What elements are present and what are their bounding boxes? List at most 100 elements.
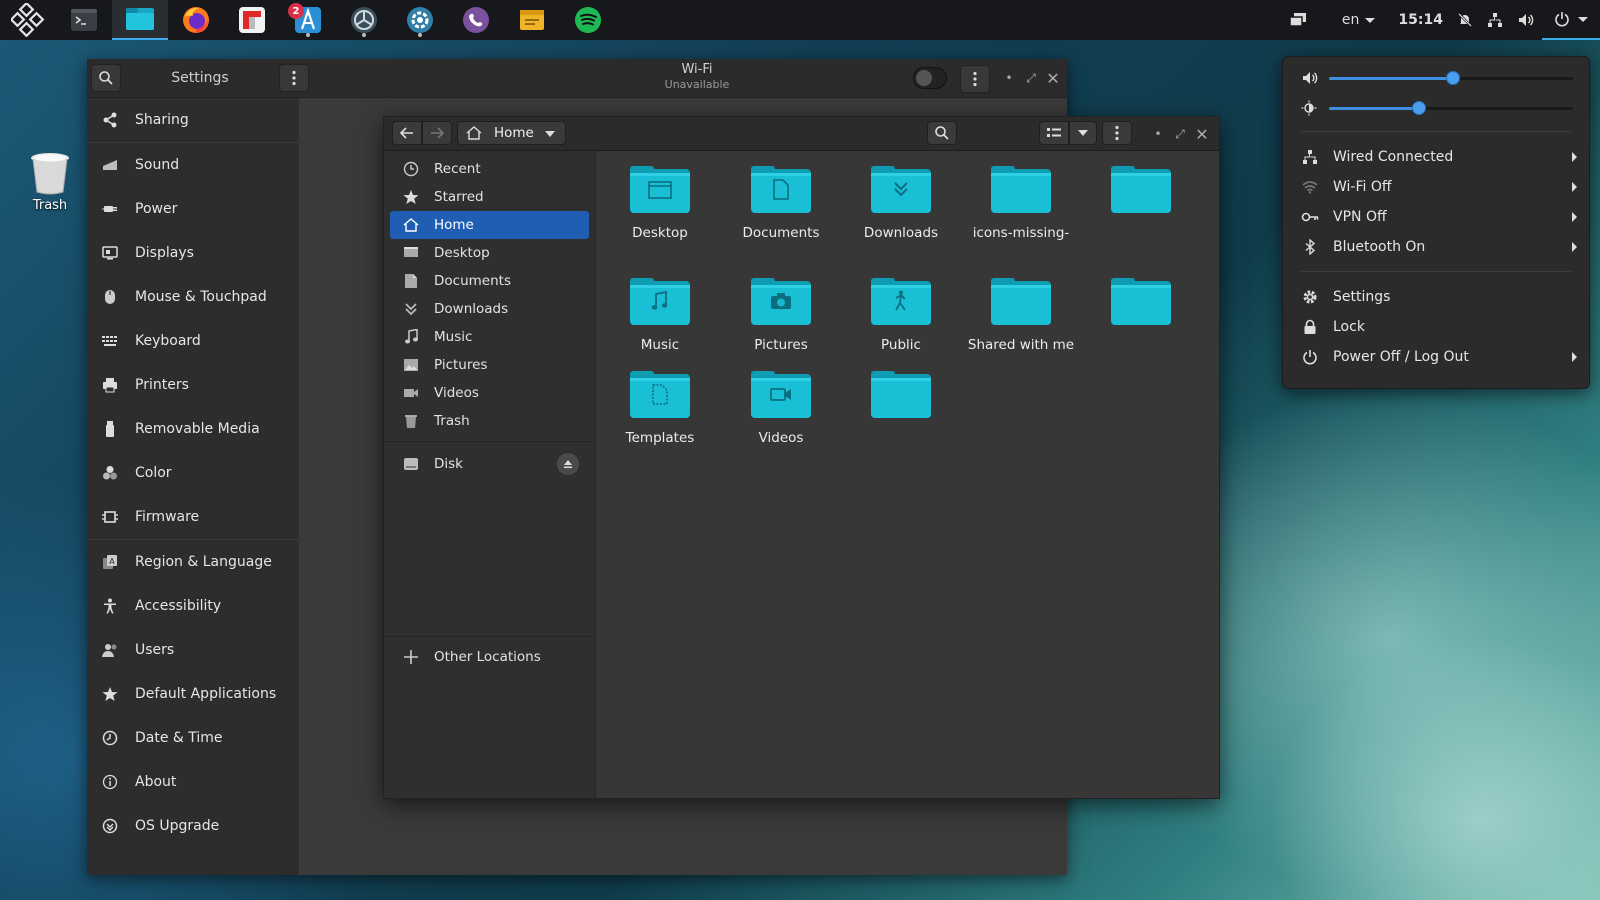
- folder-documents[interactable]: Documents: [719, 165, 843, 241]
- power-menu-indicator[interactable]: [1542, 0, 1600, 40]
- maximize-button[interactable]: ⤢: [1170, 124, 1190, 144]
- minimize-button[interactable]: •: [1148, 124, 1168, 144]
- folder-icon: [1110, 277, 1172, 327]
- settings-item-sharing[interactable]: Sharing: [87, 98, 299, 142]
- menu-item-label: Settings: [1333, 289, 1391, 305]
- settings-item-users[interactable]: Users: [87, 628, 299, 672]
- settings-item-date-time[interactable]: Date & Time: [87, 716, 299, 760]
- display-mirror-icon[interactable]: [1282, 0, 1314, 40]
- place-item-starred[interactable]: Starred: [390, 183, 589, 211]
- menu-item-settings[interactable]: Settings: [1301, 282, 1581, 312]
- place-item-desktop[interactable]: Desktop: [390, 239, 589, 267]
- dock-item-firefox[interactable]: [168, 0, 224, 40]
- settings-search-button[interactable]: [91, 64, 121, 92]
- close-button[interactable]: ✕: [1192, 124, 1212, 144]
- dock-item-files[interactable]: [112, 0, 168, 40]
- dock-item-spotify[interactable]: [560, 0, 616, 40]
- folder-desktop[interactable]: Desktop: [598, 165, 722, 241]
- dock-item-notes[interactable]: [504, 0, 560, 40]
- chip-icon: [99, 506, 121, 528]
- folder-pictures[interactable]: Pictures: [719, 277, 843, 353]
- device-item-disk[interactable]: Disk: [390, 448, 589, 480]
- dock-item-pantheon-tweaks[interactable]: [336, 0, 392, 40]
- menu-item-bluetooth-on[interactable]: Bluetooth On: [1301, 232, 1581, 262]
- settings-item-default-applications[interactable]: Default Applications: [87, 672, 299, 716]
- folder-unnamed-12[interactable]: [839, 370, 963, 430]
- dock-item-terminal[interactable]: [56, 0, 112, 40]
- view-mode-button[interactable]: [1039, 121, 1069, 145]
- eject-button[interactable]: [557, 453, 579, 475]
- folder-downloads[interactable]: Downloads: [839, 165, 963, 241]
- brightness-slider[interactable]: [1301, 98, 1581, 118]
- files-menu-button[interactable]: [1102, 121, 1132, 145]
- folder-unnamed-9[interactable]: [1079, 277, 1203, 337]
- menu-item-wi-fi-off[interactable]: Wi-Fi Off: [1301, 172, 1581, 202]
- folder-templates[interactable]: Templates: [598, 370, 722, 446]
- menu-item-lock[interactable]: Lock: [1301, 312, 1581, 342]
- place-item-home[interactable]: Home: [390, 211, 589, 239]
- clock[interactable]: 15:14: [1382, 0, 1450, 40]
- settings-item-os-upgrade[interactable]: OS Upgrade: [87, 804, 299, 848]
- other-locations-item[interactable]: Other Locations: [390, 643, 589, 671]
- network-wired-icon[interactable]: [1480, 0, 1510, 40]
- settings-item-mouse-touchpad[interactable]: Mouse & Touchpad: [87, 275, 299, 319]
- volume-slider[interactable]: [1301, 68, 1581, 88]
- place-item-downloads[interactable]: Downloads: [390, 295, 589, 323]
- files-search-button[interactable]: [927, 121, 957, 145]
- minimize-button[interactable]: •: [999, 68, 1019, 88]
- place-item-trash[interactable]: Trash: [390, 407, 589, 435]
- settings-item-label: Power: [135, 201, 178, 217]
- settings-item-power[interactable]: Power: [87, 187, 299, 231]
- settings-item-region-language[interactable]: A Region & Language: [87, 540, 299, 584]
- close-button[interactable]: ✕: [1043, 68, 1063, 88]
- wifi-menu-button[interactable]: [960, 65, 990, 93]
- settings-item-keyboard[interactable]: Keyboard: [87, 319, 299, 363]
- folder-icon: [990, 277, 1052, 327]
- menu-item-power-off-log-out[interactable]: Power Off / Log Out: [1301, 342, 1581, 372]
- place-item-pictures[interactable]: Pictures: [390, 351, 589, 379]
- menu-item-vpn-off[interactable]: VPN Off: [1301, 202, 1581, 232]
- settings-item-displays[interactable]: Displays: [87, 231, 299, 275]
- settings-item-printers[interactable]: Printers: [87, 363, 299, 407]
- brightness-slider-fill: [1329, 106, 1420, 110]
- settings-item-about[interactable]: About: [87, 760, 299, 804]
- settings-item-sound[interactable]: Sound: [87, 143, 299, 187]
- view-options-button[interactable]: [1069, 121, 1097, 145]
- settings-item-accessibility[interactable]: Accessibility: [87, 584, 299, 628]
- folder-icon: [629, 277, 691, 327]
- settings-item-color[interactable]: Color: [87, 451, 299, 495]
- place-item-label: Pictures: [434, 357, 488, 373]
- folder-music[interactable]: Music: [598, 277, 722, 353]
- network-wired-icon: [1301, 148, 1319, 166]
- wifi-toggle-switch[interactable]: [913, 67, 947, 89]
- folder-public[interactable]: Public: [839, 277, 963, 353]
- keyboard-layout-indicator[interactable]: en: [1314, 0, 1383, 40]
- settings-item-removable-media[interactable]: Removable Media: [87, 407, 299, 451]
- dock-item-system-settings[interactable]: [392, 0, 448, 40]
- notifications-disabled-icon[interactable]: [1450, 0, 1480, 40]
- settings-menu-button[interactable]: [279, 64, 309, 92]
- volume-slider-knob[interactable]: [1446, 71, 1461, 85]
- dock-item-viber[interactable]: [448, 0, 504, 40]
- brightness-slider-knob[interactable]: [1412, 101, 1427, 115]
- place-item-videos[interactable]: Videos: [390, 379, 589, 407]
- back-button[interactable]: [392, 121, 422, 145]
- place-item-recent[interactable]: Recent: [390, 155, 589, 183]
- location-button[interactable]: Home: [457, 121, 566, 145]
- maximize-button[interactable]: ⤢: [1021, 68, 1041, 88]
- folder-unnamed-4[interactable]: [1079, 165, 1203, 225]
- folder-icons-missing[interactable]: icons-missing-: [959, 165, 1083, 241]
- settings-item-firmware[interactable]: Firmware: [87, 495, 299, 539]
- volume-icon[interactable]: [1510, 0, 1542, 40]
- applications-menu-button[interactable]: [0, 0, 56, 40]
- menu-item-wired-connected[interactable]: Wired Connected: [1301, 142, 1581, 172]
- settings-item-label: Sharing: [135, 112, 189, 128]
- desktop-trash[interactable]: Trash: [22, 150, 78, 213]
- folder-shared-with-me[interactable]: Shared with me: [959, 277, 1083, 353]
- folder-videos[interactable]: Videos: [719, 370, 843, 446]
- dock-item-app-center[interactable]: 2: [280, 0, 336, 40]
- place-item-music[interactable]: Music: [390, 323, 589, 351]
- forward-button[interactable]: [422, 121, 452, 145]
- dock-item-flipboard[interactable]: [224, 0, 280, 40]
- place-item-documents[interactable]: Documents: [390, 267, 589, 295]
